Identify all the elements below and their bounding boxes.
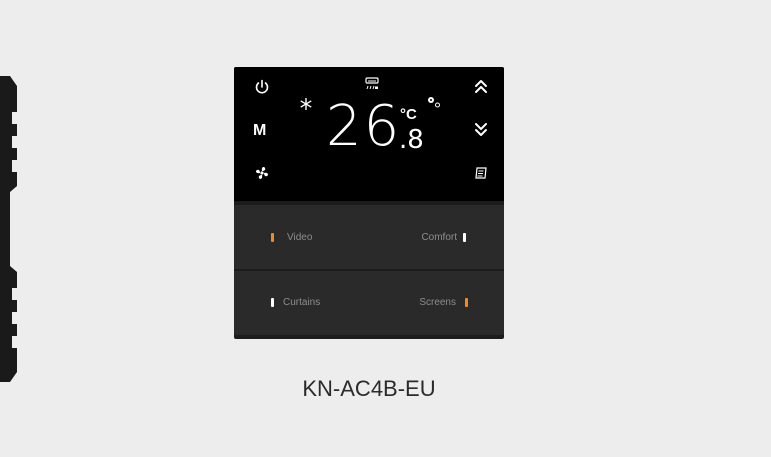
thermostat-panel: M 26 °C .8 Video Comfort Curtains Screen…: [234, 67, 504, 339]
video-led: [271, 233, 274, 242]
comfort-led: [463, 233, 466, 242]
fan-icon[interactable]: [254, 165, 270, 181]
schedule-icon[interactable]: [474, 166, 488, 180]
temperature-unit: °C: [400, 106, 417, 123]
power-icon[interactable]: [254, 79, 270, 95]
chevron-down-icon[interactable]: [474, 121, 488, 137]
fan-speed-icon: [428, 97, 440, 108]
model-name: KN-AC4B-EU: [302, 376, 436, 401]
screens-led: [465, 298, 468, 307]
temperature-decimal: .8: [399, 125, 424, 155]
mode-icon[interactable]: M: [253, 122, 266, 140]
thermostat-display: M 26 °C .8: [234, 67, 504, 201]
snowflake-icon: [300, 98, 312, 110]
screens-button[interactable]: Screens: [419, 297, 456, 308]
curtains-led: [271, 298, 274, 307]
chevron-up-icon[interactable]: [474, 79, 488, 95]
side-device-profile: [0, 76, 17, 382]
temperature-value: 26: [326, 94, 402, 159]
video-button[interactable]: Video: [287, 232, 312, 243]
button-row-top: Video Comfort: [234, 205, 504, 269]
button-row-bottom: Curtains Screens: [234, 271, 504, 335]
curtains-button[interactable]: Curtains: [283, 297, 320, 308]
comfort-button[interactable]: Comfort: [421, 232, 457, 243]
ac-icon: [365, 77, 379, 90]
